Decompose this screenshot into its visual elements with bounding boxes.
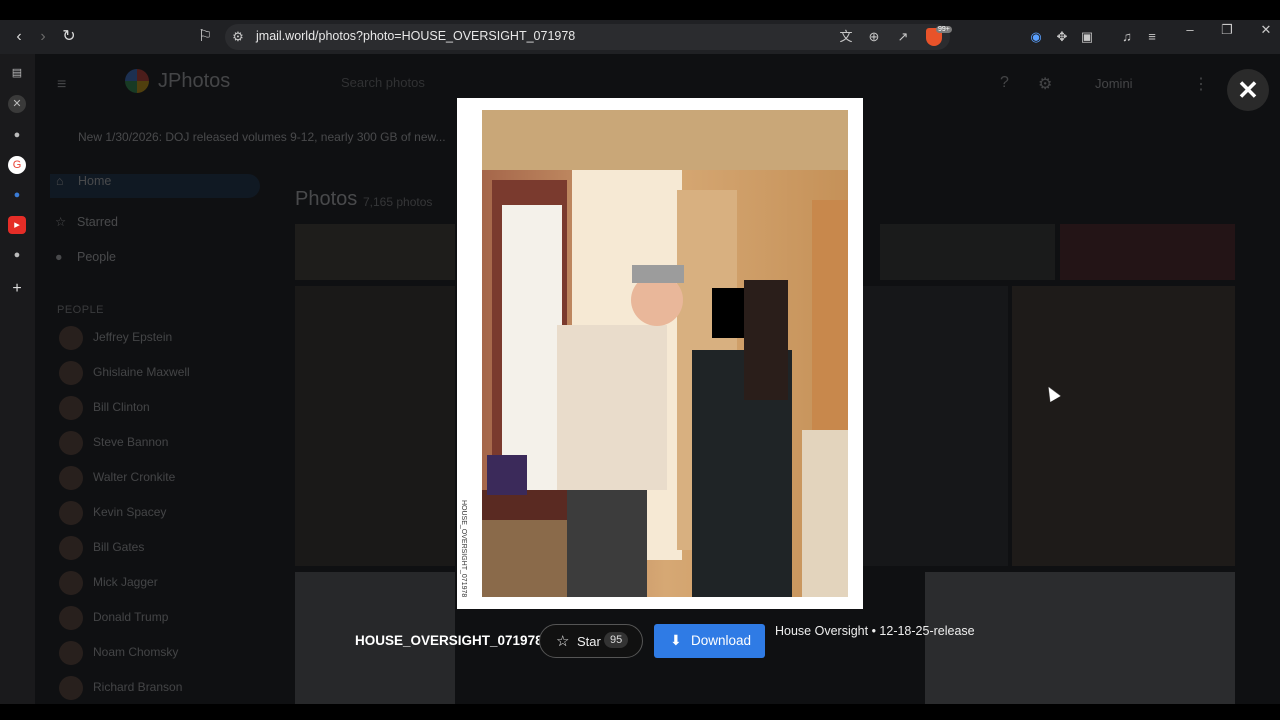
star-count: 95 — [604, 632, 629, 648]
person-item[interactable]: Donald Trump — [59, 606, 168, 632]
bookmark-icon[interactable]: ⚐ — [196, 28, 214, 46]
person-item[interactable]: Steve Bannon — [59, 431, 168, 457]
sidebar-item-starred[interactable]: ☆ Starred — [55, 214, 265, 238]
reload-icon[interactable]: ↻ — [60, 28, 78, 46]
sidepanel-icon[interactable]: ▣ — [1078, 28, 1096, 46]
audio-icon[interactable]: ◉ — [1027, 28, 1045, 46]
hamburger-icon[interactable]: ≡ — [57, 76, 66, 94]
download-label: Download — [691, 633, 752, 648]
zoom-icon[interactable]: ⊕ — [865, 28, 883, 46]
photo-thumbnail[interactable] — [1060, 224, 1235, 280]
photo-image — [482, 110, 848, 597]
close-button[interactable]: ✕ — [1227, 69, 1269, 111]
avatar — [59, 361, 83, 385]
avatar — [59, 431, 83, 455]
avatar — [59, 676, 83, 700]
people-header: PEOPLE — [57, 304, 105, 316]
avatar — [59, 501, 83, 525]
photo-thumbnail[interactable] — [863, 286, 1008, 566]
settings-icon[interactable]: ⚙ — [1038, 74, 1052, 94]
avatar — [59, 326, 83, 350]
apps-grid-icon[interactable]: ⋮ — [1193, 74, 1209, 94]
page-title: Photos — [295, 188, 358, 210]
translate-icon[interactable]: 文 — [837, 28, 855, 46]
avatar — [59, 606, 83, 630]
person-item[interactable]: Jeffrey Epstein — [59, 326, 172, 352]
media-icon[interactable]: ♫ — [1118, 28, 1136, 46]
photo-thumbnail[interactable] — [880, 224, 1055, 280]
photo-metadata: House Oversight • 12-18-25-release — [775, 624, 975, 638]
photo-thumbnail[interactable] — [295, 286, 455, 566]
photo-thumbnail[interactable] — [925, 572, 1235, 704]
window-close-icon[interactable]: ✕ — [1256, 22, 1276, 38]
star-button[interactable]: ☆ Star 95 — [539, 624, 643, 658]
browser-sidebar: ▤ ✕ ● G ● ▸ ● + — [0, 54, 35, 704]
window-top-strip — [0, 0, 1280, 20]
assistant-button[interactable]: Jomini — [1095, 76, 1133, 91]
back-icon[interactable]: ‹ — [10, 28, 28, 46]
photo-frame — [457, 98, 863, 609]
download-button[interactable]: ⬇ Download — [654, 624, 765, 658]
avatar — [59, 571, 83, 595]
url-text[interactable]: jmail.world/photos?photo=HOUSE_OVERSIGHT… — [256, 29, 575, 43]
star-label: Star — [577, 634, 601, 649]
youtube-icon[interactable]: ▸ — [8, 216, 26, 234]
avatar — [59, 466, 83, 490]
star-icon: ☆ — [556, 633, 570, 650]
site-settings-icon[interactable]: ⚙ — [229, 28, 247, 46]
sidebar-item-people[interactable]: ● People — [55, 250, 265, 274]
person-item[interactable]: Bill Clinton — [59, 396, 150, 422]
people-icon: ● — [55, 250, 63, 264]
menu-icon[interactable]: ≡ — [1143, 28, 1161, 46]
person-item[interactable]: Kevin Spacey — [59, 501, 166, 527]
avatar — [59, 396, 83, 420]
person-item[interactable]: Walter Cronkite — [59, 466, 175, 492]
photo-thumbnail[interactable] — [295, 224, 455, 280]
forward-icon[interactable]: › — [34, 28, 52, 46]
person-item[interactable]: Noam Chomsky — [59, 641, 178, 667]
photo-thumbnail[interactable] — [1012, 286, 1235, 566]
person-item[interactable]: Bill Gates — [59, 536, 144, 562]
home-icon: ⌂ — [56, 174, 64, 188]
maximize-icon[interactable]: ❐ — [1217, 22, 1237, 38]
app-name: JPhotos — [158, 70, 231, 92]
person-item[interactable]: Mick Jagger — [59, 571, 158, 597]
star-icon: ☆ — [55, 215, 67, 229]
photo-illustration — [482, 110, 848, 597]
app-logo — [125, 69, 149, 93]
person-item[interactable]: Ghislaine Maxwell — [59, 361, 190, 387]
avatar — [59, 641, 83, 665]
photo-count: 7,165 photos — [363, 195, 433, 209]
add-tab-icon[interactable]: + — [8, 280, 26, 298]
photo-filename: HOUSE_OVERSIGHT_071978 — [355, 633, 543, 648]
drop-icon[interactable]: ● — [8, 186, 26, 204]
download-icon: ⬇ — [670, 632, 682, 648]
share-icon[interactable]: ↗ — [894, 28, 912, 46]
shield-badge: 99+ — [936, 26, 952, 33]
sidebar-item-home[interactable]: ⌂ Home — [50, 174, 260, 198]
tab-close-icon[interactable]: ✕ — [8, 95, 26, 113]
extensions-icon[interactable]: ✥ — [1053, 28, 1071, 46]
sidebar-toggle-icon[interactable]: ▤ — [8, 64, 26, 82]
person-item[interactable]: Richard Branson — [59, 676, 182, 702]
avatar — [59, 536, 83, 560]
help-icon[interactable]: ? — [1000, 74, 1009, 92]
photo-side-caption: HOUSE_OVERSIGHT_071978 — [460, 500, 467, 598]
minimize-icon[interactable]: – — [1180, 22, 1200, 37]
globe-icon[interactable]: ● — [8, 246, 26, 264]
window-bottom-strip — [0, 704, 1280, 720]
google-icon[interactable]: G — [8, 156, 26, 174]
globe-icon[interactable]: ● — [8, 126, 26, 144]
search-input[interactable]: Search photos — [295, 66, 775, 100]
